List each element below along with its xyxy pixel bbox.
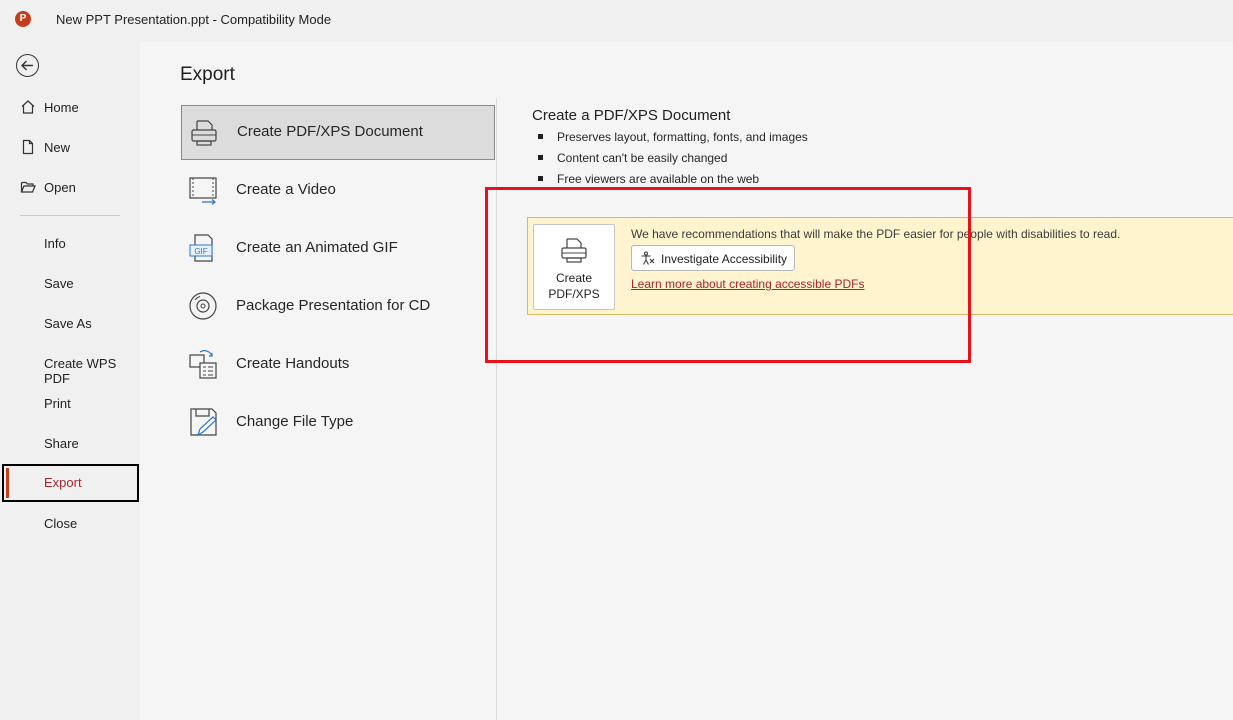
nav-info[interactable]: Info [0, 225, 140, 263]
accessibility-icon [641, 251, 655, 265]
nav-label-print: Print [44, 396, 71, 411]
nav-save-as[interactable]: Save As [0, 305, 140, 343]
detail-bullet-list: Preserves layout, formatting, fonts, and… [537, 130, 808, 193]
nav-export[interactable]: Export [2, 464, 139, 502]
nav-close[interactable]: Close [0, 505, 140, 543]
nav-print[interactable]: Print [0, 385, 140, 423]
nav-label-create-wps-pdf: Create WPS PDF [44, 356, 117, 386]
backstage-nav: Home New Open Info Save Save As Create W… [0, 40, 140, 720]
nav-create-wps-pdf[interactable]: Create WPS PDF [0, 345, 140, 386]
title-bar: P New PPT Presentation.ppt - Compatibili… [0, 0, 1233, 40]
back-arrow-icon [21, 60, 33, 71]
nav-open[interactable]: Open [0, 169, 140, 207]
nav-save[interactable]: Save [0, 265, 140, 303]
option-package-for-cd[interactable]: Package Presentation for CD [181, 279, 495, 334]
bullet-item: Preserves layout, formatting, fonts, and… [537, 130, 808, 151]
option-create-video[interactable]: Create a Video [181, 163, 495, 218]
nav-home[interactable]: Home [0, 89, 140, 127]
open-folder-icon [20, 181, 36, 193]
option-label: Create PDF/XPS Document [237, 123, 423, 140]
nav-label-share: Share [44, 436, 79, 451]
nav-label-save: Save [44, 276, 74, 291]
nav-share[interactable]: Share [0, 425, 140, 463]
bullet-item: Free viewers are available on the web [537, 172, 808, 193]
powerpoint-logo-icon: P [15, 11, 34, 27]
banner-message: We have recommendations that will make t… [631, 227, 1121, 241]
option-create-animated-gif[interactable]: GIF Create an Animated GIF [181, 221, 495, 276]
export-panel: Export Create PDF/XPS Document Create a … [140, 42, 1233, 720]
option-label: Create Handouts [236, 355, 350, 372]
nav-label-info: Info [44, 236, 66, 251]
nav-new[interactable]: New [0, 129, 140, 167]
option-create-handouts[interactable]: Create Handouts [181, 337, 495, 392]
option-create-pdf-xps[interactable]: Create PDF/XPS Document [181, 105, 495, 160]
investigate-accessibility-label: Investigate Accessibility [661, 252, 788, 266]
handouts-icon [189, 350, 217, 379]
window-title: New PPT Presentation.ppt - Compatibility… [56, 12, 332, 27]
pdf-printer-icon [561, 238, 587, 263]
button-label-line2: PDF/XPS [548, 287, 600, 301]
option-label: Change File Type [236, 413, 354, 430]
option-label: Create a Video [236, 181, 336, 198]
button-label-line1: Create [555, 271, 593, 285]
nav-label-close: Close [44, 516, 78, 531]
create-pdf-xps-button[interactable]: Create PDF/XPS [533, 224, 615, 310]
page-title: Export [180, 64, 235, 85]
nav-label-export: Export [44, 475, 82, 490]
gif-icon: GIF [189, 234, 213, 262]
panel-divider [496, 98, 497, 720]
detail-title: Create a PDF/XPS Document [532, 107, 731, 124]
gif-icon-text: GIF [194, 247, 207, 256]
investigate-accessibility-button[interactable]: Investigate Accessibility [631, 245, 795, 271]
bullet-item: Content can't be easily changed [537, 151, 808, 172]
accessibility-banner: Create PDF/XPS We have recommendations t… [527, 217, 1233, 315]
cd-icon [189, 292, 217, 320]
home-icon [21, 100, 35, 114]
nav-label-new: New [44, 140, 71, 155]
option-label: Package Presentation for CD [236, 297, 431, 314]
change-file-type-icon [190, 408, 217, 437]
nav-label-open: Open [44, 180, 76, 195]
back-button[interactable] [16, 54, 39, 77]
new-document-icon [22, 139, 34, 155]
create-pdf-xps-label: Create PDF/XPS [534, 270, 614, 302]
option-label: Create an Animated GIF [236, 239, 398, 256]
nav-label-home: Home [44, 100, 79, 115]
video-icon [189, 177, 217, 205]
learn-more-accessible-pdfs-link[interactable]: Learn more about creating accessible PDF… [631, 277, 864, 291]
option-change-file-type[interactable]: Change File Type [181, 395, 495, 450]
pdf-printer-icon [191, 120, 217, 146]
nav-divider [20, 215, 120, 216]
nav-label-save-as: Save As [44, 316, 92, 331]
